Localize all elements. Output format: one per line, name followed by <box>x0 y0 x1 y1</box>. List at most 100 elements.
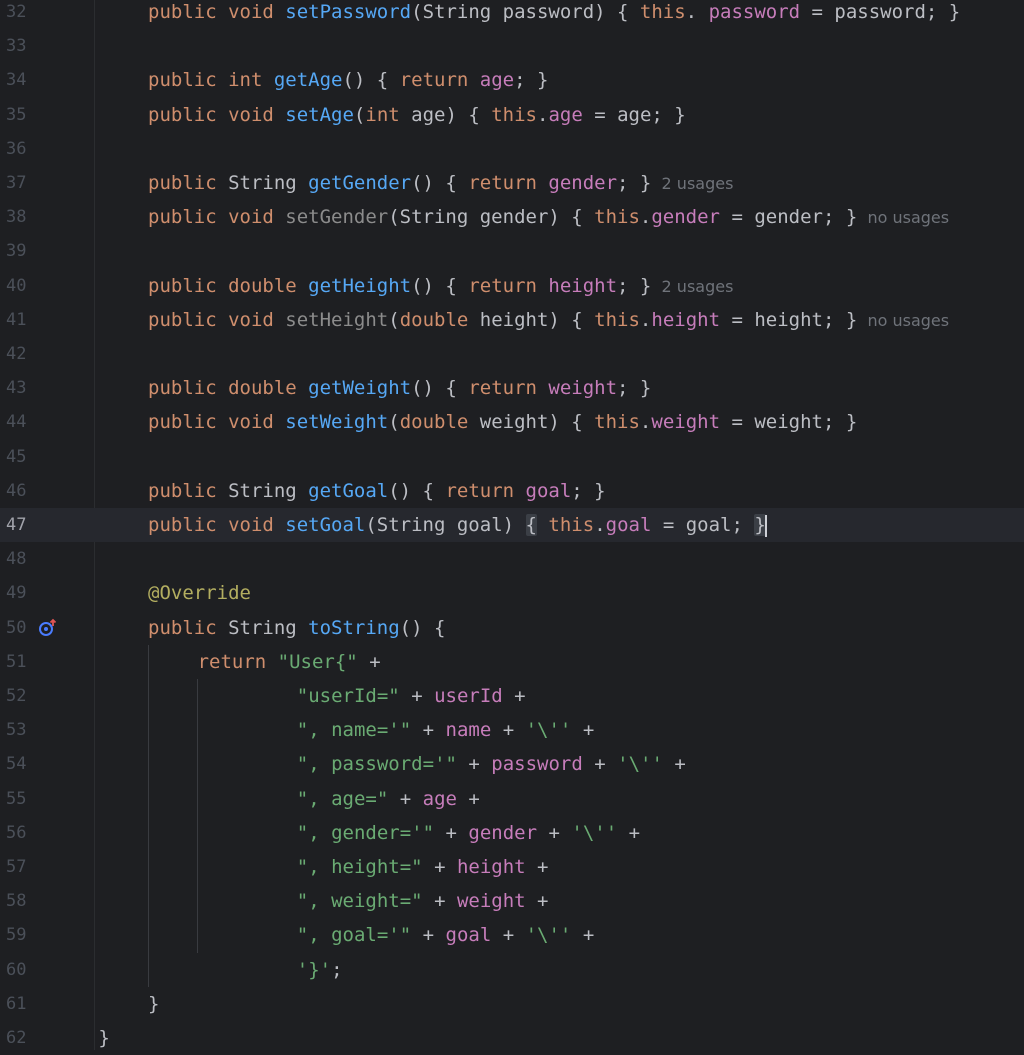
usages-hint[interactable]: no usages <box>857 311 949 330</box>
code-line[interactable]: 42 <box>0 337 1024 371</box>
code-line[interactable]: 61} <box>0 987 1024 1021</box>
code-token: + <box>411 719 446 742</box>
code-token: '\'' <box>571 821 618 844</box>
code-line[interactable]: 60 '}'; <box>0 953 1024 987</box>
code-token: return <box>445 479 526 502</box>
code-token: = gender; } <box>720 206 858 229</box>
line-number: 49 <box>6 583 27 604</box>
usages-hint[interactable]: 2 usages <box>651 174 734 193</box>
code-line[interactable]: 59 ", goal='" + goal + '\'' + <box>0 918 1024 952</box>
code-token: + <box>456 753 492 776</box>
code-text[interactable]: public String toString() { <box>148 611 445 645</box>
code-token: getAge <box>273 69 343 92</box>
code-token: . <box>639 308 652 331</box>
code-text[interactable]: ", weight=" + weight + <box>297 884 549 918</box>
line-number: 40 <box>6 275 27 296</box>
code-text[interactable]: ", name='" + name + '\'' + <box>297 713 594 747</box>
code-token: ", goal='" <box>296 924 412 947</box>
code-line[interactable]: 36 <box>0 132 1024 166</box>
code-text[interactable]: '}'; <box>297 953 343 987</box>
code-line[interactable]: 46 public String getGoal() { return goal;… <box>0 474 1024 508</box>
line-number: 39 <box>6 241 27 262</box>
code-line[interactable]: 56 ", gender='" + gender + '\'' + <box>0 816 1024 850</box>
code-token: this <box>491 103 537 126</box>
code-line[interactable]: 50 public String toString() { <box>0 611 1024 645</box>
code-token: setHeight <box>285 308 389 331</box>
code-token: setGoal <box>285 514 366 536</box>
code-line[interactable]: 40 public double getHeight() { return hei… <box>0 269 1024 303</box>
code-text[interactable]: return "User{" + <box>198 645 381 679</box>
code-line[interactable]: 47 public void setGoal(String goal) { thi… <box>0 508 1024 542</box>
code-token: public int <box>148 69 274 92</box>
code-line[interactable]: 58 ", weight=" + weight + <box>0 884 1024 918</box>
code-text[interactable]: } <box>148 987 159 1021</box>
code-token: + <box>399 685 435 707</box>
code-text[interactable]: "userId=" + userId + <box>297 679 526 713</box>
code-text[interactable]: public double getHeight() { return heigh… <box>148 269 733 303</box>
code-editor[interactable]: 32 public void setPassword(String passwor… <box>0 0 1024 1050</box>
code-text[interactable]: public String getGoal() { return goal; } <box>148 474 606 508</box>
code-token: () { <box>342 69 400 92</box>
code-line[interactable]: 51 return "User{" + <box>0 645 1024 679</box>
code-line[interactable]: 53 ", name='" + name + '\'' + <box>0 713 1024 747</box>
code-line[interactable]: 57 ", height=" + height + <box>0 850 1024 884</box>
code-token: @Override <box>148 582 251 605</box>
code-line[interactable]: 34 public int getAge() { return age; } <box>0 63 1024 97</box>
code-token: gender <box>548 172 618 194</box>
override-method-icon[interactable] <box>38 618 58 638</box>
code-token: public void <box>148 411 286 434</box>
code-text[interactable]: public void setPassword(String password)… <box>148 0 960 29</box>
code-line[interactable]: 41 public void setHeight(double height) {… <box>0 303 1024 337</box>
code-text[interactable]: public void setWeight(double weight) { t… <box>148 405 857 439</box>
code-text[interactable]: ", password='" + password + '\'' + <box>297 747 686 781</box>
code-text[interactable]: public int getAge() { return age; } <box>148 63 548 97</box>
code-token: height) { <box>479 308 595 331</box>
code-token: () { <box>411 377 469 400</box>
code-token: double <box>399 411 480 434</box>
code-token: public <box>148 172 229 194</box>
code-text[interactable]: public double getWeight() { return weigh… <box>148 371 651 405</box>
code-token: goal <box>445 924 492 947</box>
code-line[interactable]: 54 ", password='" + password + '\'' + <box>0 747 1024 781</box>
code-line[interactable]: 44 public void setWeight(double weight) {… <box>0 405 1024 439</box>
code-token: double <box>399 308 480 331</box>
code-text[interactable]: public String getGender() { return gende… <box>148 166 733 200</box>
code-line[interactable]: 35 public void setAge(int age) { this.age… <box>0 98 1024 132</box>
code-token: this <box>548 514 595 536</box>
code-line[interactable]: 43 public double getWeight() { return wei… <box>0 371 1024 405</box>
code-token: height <box>651 308 721 331</box>
code-line[interactable]: 55 ", age=" + age + <box>0 782 1024 816</box>
code-line[interactable]: 48 <box>0 542 1024 576</box>
code-token: + <box>502 685 526 707</box>
usages-hint[interactable]: 2 usages <box>651 277 734 296</box>
code-line[interactable]: 45 <box>0 440 1024 474</box>
code-text[interactable]: ", goal='" + goal + '\'' + <box>297 918 594 952</box>
line-number: 48 <box>6 549 27 570</box>
code-line[interactable]: 37 public String getGender() { return gen… <box>0 166 1024 200</box>
code-text[interactable]: public void setGoal(String goal) { this.… <box>148 508 767 542</box>
code-line[interactable]: 49 @Override <box>0 576 1024 610</box>
code-line[interactable]: 39 <box>0 234 1024 268</box>
code-text[interactable]: ", age=" + age + <box>297 782 480 816</box>
usages-hint[interactable]: no usages <box>857 208 949 227</box>
code-text[interactable]: public void setHeight(double height) { t… <box>148 303 949 337</box>
code-text[interactable]: public void setAge(int age) { this.age =… <box>148 98 686 132</box>
code-token: this <box>594 206 640 229</box>
line-number: 58 <box>6 891 27 912</box>
code-token: this <box>594 411 640 434</box>
code-text[interactable]: public void setGender(String gender) { t… <box>148 200 949 234</box>
code-token: + <box>491 719 526 742</box>
code-line[interactable]: 52 "userId=" + userId + <box>0 679 1024 713</box>
code-text[interactable]: ", height=" + height + <box>297 850 549 884</box>
line-number: 38 <box>6 207 27 228</box>
code-text[interactable]: @Override <box>148 576 251 610</box>
code-token: ( <box>388 411 400 434</box>
code-text[interactable]: ", gender='" + gender + '\'' + <box>297 816 640 850</box>
code-token: '\'' <box>617 753 663 776</box>
code-line[interactable]: 32 public void setPassword(String passwor… <box>0 0 1024 29</box>
code-token: height <box>548 274 618 297</box>
code-token: "userId=" <box>296 685 400 707</box>
code-line[interactable]: 38 public void setGender(String gender) {… <box>0 200 1024 234</box>
code-line[interactable]: 33 <box>0 29 1024 63</box>
code-token: '}' <box>296 958 332 981</box>
